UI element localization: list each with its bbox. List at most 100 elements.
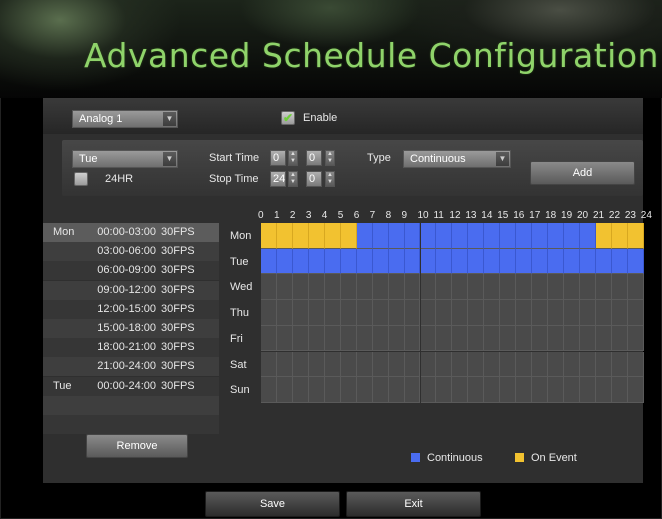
schedule-cell[interactable]	[261, 274, 277, 301]
schedule-cell[interactable]	[516, 274, 533, 301]
schedule-cell[interactable]	[292, 325, 309, 352]
schedule-cell[interactable]	[548, 377, 565, 403]
schedule-cell[interactable]	[324, 248, 341, 275]
schedule-cell[interactable]	[564, 223, 580, 249]
schedule-cell[interactable]	[356, 351, 373, 378]
schedule-cell[interactable]	[404, 274, 421, 301]
schedule-cell[interactable]	[420, 223, 437, 249]
schedule-cell[interactable]	[292, 248, 309, 275]
schedule-cell[interactable]	[548, 325, 565, 352]
schedule-cell[interactable]	[564, 274, 580, 301]
schedule-cell[interactable]	[580, 377, 596, 403]
schedule-cell[interactable]	[404, 248, 421, 275]
schedule-cell[interactable]	[261, 300, 277, 326]
schedule-grid[interactable]	[261, 223, 645, 431]
schedule-cell[interactable]	[404, 325, 421, 352]
schedule-list-row[interactable]: 15:00-18:00 30FPS	[43, 319, 219, 338]
schedule-cell[interactable]	[356, 377, 373, 403]
schedule-cell[interactable]	[261, 248, 277, 275]
schedule-cell[interactable]	[452, 248, 469, 275]
schedule-cell[interactable]	[292, 300, 309, 326]
schedule-cell[interactable]	[452, 300, 469, 326]
schedule-cell[interactable]	[340, 274, 357, 301]
start-minute-field[interactable]: 0	[306, 150, 322, 166]
schedule-list-row[interactable]: 06:00-09:00 30FPS	[43, 261, 219, 281]
schedule-cell[interactable]	[308, 223, 325, 249]
schedule-cell[interactable]	[292, 274, 309, 301]
schedule-cell[interactable]	[340, 351, 357, 378]
schedule-cell[interactable]	[420, 274, 437, 301]
schedule-cell[interactable]	[308, 325, 325, 352]
schedule-cell[interactable]	[580, 351, 596, 378]
schedule-cell[interactable]	[564, 300, 580, 326]
enable-checkbox[interactable]: ✔	[281, 111, 295, 125]
schedule-cell[interactable]	[516, 248, 533, 275]
schedule-cell[interactable]	[627, 248, 644, 275]
schedule-cell[interactable]	[388, 325, 405, 352]
schedule-cell[interactable]	[627, 223, 644, 249]
schedule-cell[interactable]	[436, 300, 453, 326]
schedule-cell[interactable]	[276, 274, 293, 301]
schedule-cell[interactable]	[627, 325, 644, 352]
schedule-cell[interactable]	[595, 223, 612, 249]
schedule-cell[interactable]	[532, 248, 549, 275]
schedule-cell[interactable]	[500, 351, 517, 378]
schedule-cell[interactable]	[468, 377, 485, 403]
schedule-cell[interactable]	[516, 223, 533, 249]
schedule-cell[interactable]	[611, 223, 628, 249]
schedule-cell[interactable]	[611, 300, 628, 326]
schedule-cell[interactable]	[595, 325, 612, 352]
schedule-cell[interactable]	[452, 377, 469, 403]
schedule-cell[interactable]	[595, 274, 612, 301]
schedule-cell[interactable]	[468, 248, 485, 275]
schedule-cell[interactable]	[372, 377, 389, 403]
schedule-cell[interactable]	[532, 274, 549, 301]
schedule-cell[interactable]	[580, 274, 596, 301]
schedule-cell[interactable]	[627, 351, 644, 378]
schedule-cell[interactable]	[388, 351, 405, 378]
schedule-cell[interactable]	[324, 300, 341, 326]
schedule-cell[interactable]	[324, 274, 341, 301]
schedule-cell[interactable]	[308, 377, 325, 403]
schedule-list[interactable]: Mon 00:00-03:00 30FPS 03:00-06:00 30FPS 06:00…	[43, 223, 219, 434]
schedule-cell[interactable]	[532, 300, 549, 326]
start-minute-stepper[interactable]: ▲ ▼	[325, 150, 335, 166]
schedule-cell[interactable]	[372, 325, 389, 352]
schedule-cell[interactable]	[372, 351, 389, 378]
schedule-cell[interactable]	[261, 377, 277, 403]
schedule-cell[interactable]	[356, 300, 373, 326]
schedule-cell[interactable]	[484, 248, 501, 275]
schedule-cell[interactable]	[372, 300, 389, 326]
schedule-cell[interactable]	[436, 274, 453, 301]
schedule-cell[interactable]	[292, 351, 309, 378]
schedule-cell[interactable]	[500, 248, 517, 275]
schedule-cell[interactable]	[340, 325, 357, 352]
schedule-cell[interactable]	[356, 325, 373, 352]
schedule-cell[interactable]	[468, 351, 485, 378]
schedule-cell[interactable]	[436, 377, 453, 403]
schedule-cell[interactable]	[500, 223, 517, 249]
schedule-list-row[interactable]	[43, 395, 219, 415]
schedule-cell[interactable]	[548, 274, 565, 301]
schedule-cell[interactable]	[484, 325, 501, 352]
schedule-cell[interactable]	[308, 351, 325, 378]
schedule-cell[interactable]	[292, 223, 309, 249]
schedule-cell[interactable]	[420, 377, 437, 403]
schedule-cell[interactable]	[308, 248, 325, 275]
schedule-list-row[interactable]: Tue 00:00-24:00 30FPS	[43, 376, 219, 396]
schedule-cell[interactable]	[436, 325, 453, 352]
schedule-cell[interactable]	[420, 325, 437, 352]
schedule-cell[interactable]	[532, 325, 549, 352]
schedule-cell[interactable]	[484, 351, 501, 378]
schedule-cell[interactable]	[436, 223, 453, 249]
schedule-cell[interactable]	[404, 377, 421, 403]
schedule-cell[interactable]	[308, 274, 325, 301]
schedule-cell[interactable]	[388, 274, 405, 301]
schedule-cell[interactable]	[595, 351, 612, 378]
schedule-cell[interactable]	[611, 351, 628, 378]
schedule-cell[interactable]	[627, 300, 644, 326]
schedule-list-row[interactable]: 18:00-21:00 30FPS	[43, 338, 219, 358]
schedule-cell[interactable]	[516, 351, 533, 378]
schedule-cell[interactable]	[261, 351, 277, 378]
stop-hour-field[interactable]: 24	[270, 171, 286, 187]
